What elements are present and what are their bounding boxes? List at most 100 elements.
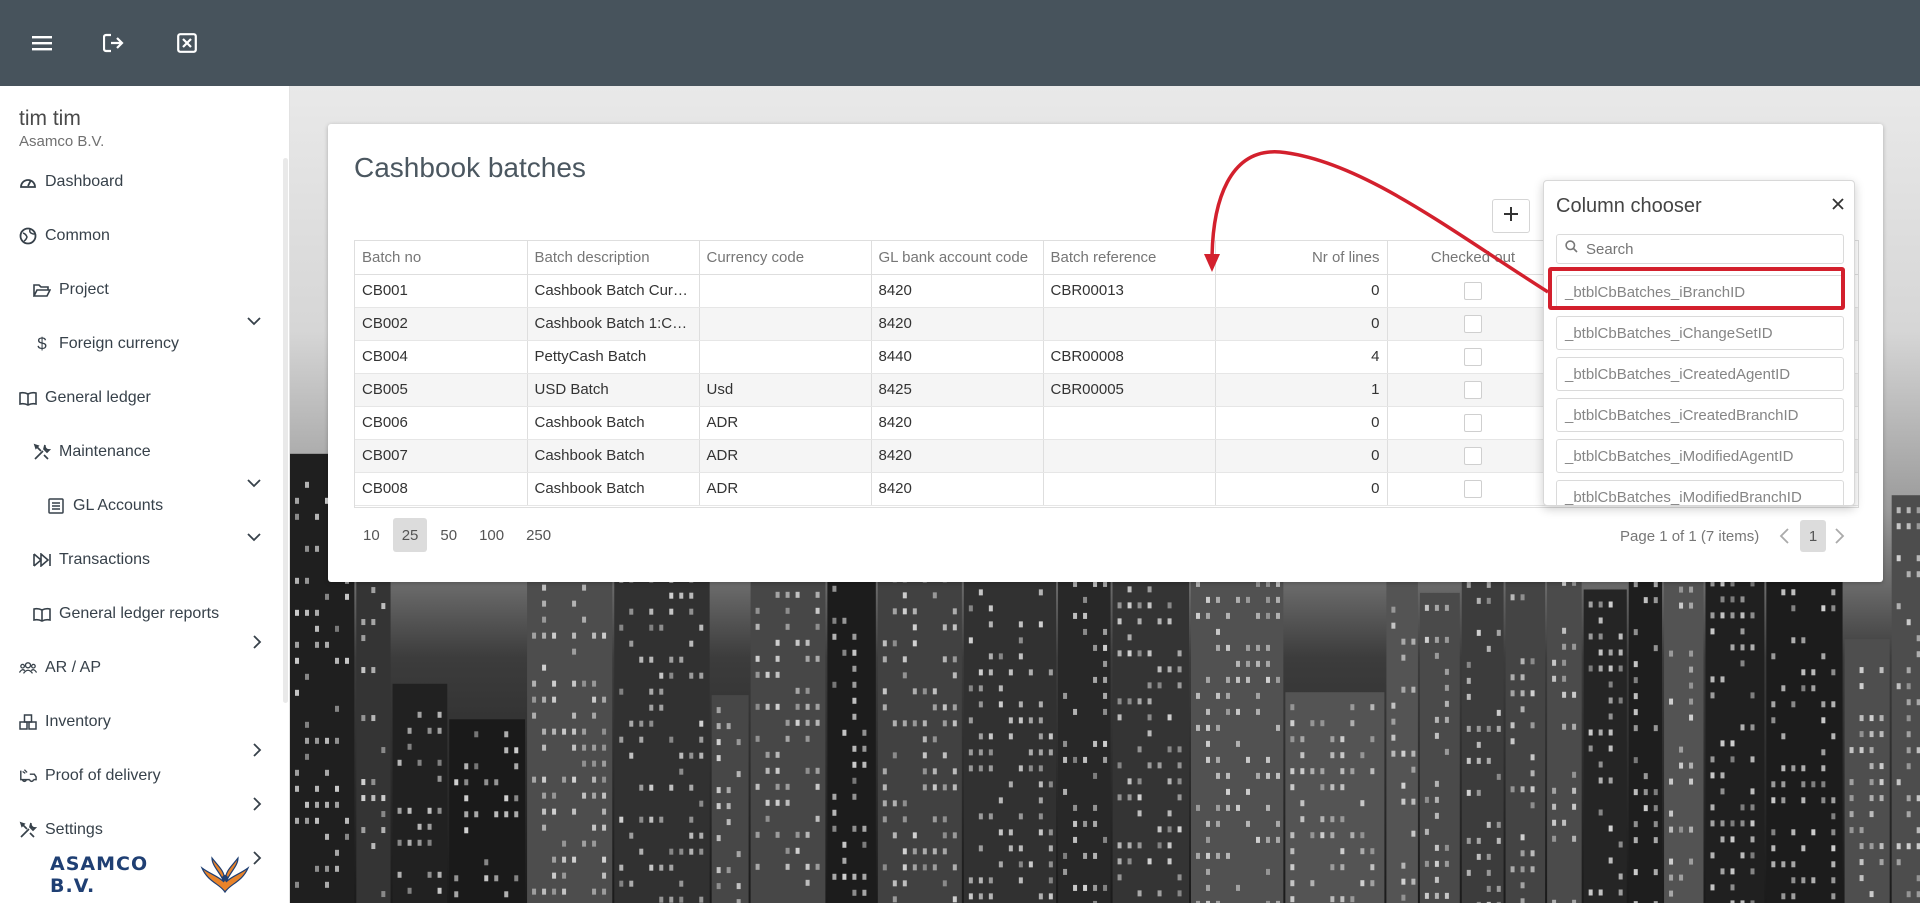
checked-out-checkbox[interactable] bbox=[1464, 380, 1482, 399]
book-icon bbox=[19, 389, 37, 407]
column-chooser-item[interactable]: _btblCbBatches_iModifiedBranchID bbox=[1556, 480, 1844, 505]
cell-reference bbox=[1043, 406, 1216, 440]
page-size-option-selected[interactable]: 25 bbox=[392, 518, 428, 552]
cell-lines: 0 bbox=[1215, 406, 1388, 440]
sidebar-item-label: General ledger reports bbox=[59, 605, 220, 622]
cell-batch-no: CB004 bbox=[355, 340, 528, 374]
cell-lines: 0 bbox=[1215, 274, 1388, 308]
sidebar-item-transactions[interactable]: Transactions bbox=[33, 540, 150, 580]
cell-checked-out bbox=[1387, 307, 1560, 341]
hamburger-icon[interactable] bbox=[25, 26, 59, 60]
cell-gl-code: 8420 bbox=[871, 439, 1044, 473]
sidebar-item-general-ledger[interactable]: General ledger bbox=[19, 378, 151, 418]
sidebar-item-label: GL Accounts bbox=[73, 497, 164, 514]
close-square-icon[interactable] bbox=[170, 26, 204, 60]
cell-checked-out bbox=[1387, 340, 1560, 374]
page-size-option[interactable]: 10 bbox=[354, 518, 389, 552]
search-input[interactable] bbox=[1586, 240, 1826, 258]
page-number-current[interactable]: 1 bbox=[1800, 520, 1826, 552]
cell-batch-no: CB005 bbox=[355, 373, 528, 407]
chevron-right-icon[interactable] bbox=[250, 635, 264, 649]
column-header-batch-reference[interactable]: Batch reference bbox=[1043, 241, 1216, 275]
sidebar-item-dashboard[interactable]: Dashboard bbox=[19, 162, 123, 202]
chevron-down-icon[interactable] bbox=[247, 530, 261, 544]
sidebar-item-label: AR / AP bbox=[45, 659, 102, 676]
top-bar bbox=[0, 0, 1920, 86]
sidebar-item-inventory[interactable]: Inventory bbox=[19, 702, 111, 742]
checked-out-checkbox[interactable] bbox=[1464, 281, 1482, 300]
sidebar-item-ar-ap[interactable]: AR / AP bbox=[19, 648, 101, 688]
column-chooser-item[interactable]: _btblCbBatches_iModifiedAgentID bbox=[1556, 439, 1844, 473]
sidebar-item-label: Maintenance bbox=[59, 443, 151, 460]
column-header-nr-of-lines[interactable]: Nr of lines bbox=[1215, 241, 1388, 275]
user-company: Asamco B.V. bbox=[19, 133, 105, 150]
sidebar-item-gl-accounts[interactable]: GL Accounts bbox=[47, 486, 163, 526]
cell-checked-out bbox=[1387, 439, 1560, 473]
plus-icon bbox=[1504, 206, 1518, 226]
logout-icon[interactable] bbox=[97, 26, 131, 60]
cell-gl-code: 8440 bbox=[871, 340, 1044, 374]
sidebar-item-label: Foreign currency bbox=[59, 335, 180, 352]
prev-page-icon[interactable] bbox=[1774, 520, 1794, 552]
cell-gl-code: 8420 bbox=[871, 307, 1044, 341]
cell-description: Cashbook Batch bbox=[527, 472, 700, 506]
column-header-batch-no[interactable]: Batch no bbox=[355, 241, 528, 275]
cell-gl-code: 8420 bbox=[871, 472, 1044, 506]
close-icon[interactable] bbox=[1828, 194, 1848, 214]
column-chooser-item[interactable]: _btblCbBatches_iCreatedBranchID bbox=[1556, 398, 1844, 432]
column-chooser-item[interactable]: _btblCbBatches_iChangeSetID bbox=[1556, 316, 1844, 350]
cell-batch-no: CB001 bbox=[355, 274, 528, 308]
cell-lines: 0 bbox=[1215, 472, 1388, 506]
sidebar-item-project[interactable]: Project bbox=[33, 270, 109, 310]
sidebar-item-label: Inventory bbox=[45, 713, 111, 730]
checked-out-checkbox[interactable] bbox=[1464, 314, 1482, 333]
checked-out-checkbox[interactable] bbox=[1464, 413, 1482, 432]
page-size-option[interactable]: 250 bbox=[517, 518, 560, 552]
column-header-gl-bank-account-code[interactable]: GL bank account code bbox=[871, 241, 1044, 275]
cell-description: Cashbook Batch bbox=[527, 439, 700, 473]
chevron-right-icon[interactable] bbox=[250, 851, 264, 865]
column-header-checked-out[interactable]: Checked out bbox=[1387, 241, 1560, 275]
checked-out-checkbox[interactable] bbox=[1464, 479, 1482, 498]
page-size-option[interactable]: 100 bbox=[470, 518, 513, 552]
cell-lines: 0 bbox=[1215, 307, 1388, 341]
cell-checked-out bbox=[1387, 406, 1560, 440]
cell-description: Cashbook Batch bbox=[527, 406, 700, 440]
tools-icon bbox=[33, 443, 51, 461]
next-page-icon[interactable] bbox=[1830, 520, 1850, 552]
chevron-right-icon[interactable] bbox=[250, 797, 264, 811]
cell-reference: CBR00013 bbox=[1043, 274, 1216, 308]
cell-batch-no: CB006 bbox=[355, 406, 528, 440]
cell-gl-code: 8420 bbox=[871, 406, 1044, 440]
cell-batch-no: CB008 bbox=[355, 472, 528, 506]
sidebar: tim tim Asamco B.V. Dashboard Common Pro… bbox=[0, 86, 290, 903]
sidebar-item-common[interactable]: Common bbox=[19, 216, 110, 256]
folder-open-icon bbox=[33, 281, 51, 299]
checked-out-checkbox[interactable] bbox=[1464, 446, 1482, 465]
column-header-batch-description[interactable]: Batch description bbox=[527, 241, 700, 275]
sidebar-item-label: Settings bbox=[45, 821, 103, 838]
checked-out-checkbox[interactable] bbox=[1464, 347, 1482, 366]
column-chooser-item[interactable]: _btblCbBatches_iCreatedAgentID bbox=[1556, 357, 1844, 391]
annotation-highlight-box bbox=[1548, 267, 1845, 310]
column-header-currency-code[interactable]: Currency code bbox=[699, 241, 872, 275]
sidebar-scrollbar[interactable] bbox=[283, 158, 288, 703]
sidebar-item-general-ledger-reports[interactable]: General ledger reports bbox=[33, 594, 219, 634]
chevron-down-icon[interactable] bbox=[247, 476, 261, 490]
boxes-icon bbox=[19, 713, 37, 731]
transactions-icon bbox=[33, 551, 51, 569]
sidebar-item-maintenance[interactable]: Maintenance bbox=[33, 432, 151, 472]
page-size-option[interactable]: 50 bbox=[431, 518, 466, 552]
cell-description: USD Batch bbox=[527, 373, 700, 407]
add-button[interactable] bbox=[1492, 199, 1530, 233]
phoenix-logo-icon bbox=[200, 856, 250, 894]
sidebar-item-foreign-currency[interactable]: $ Foreign currency bbox=[33, 324, 179, 364]
sidebar-item-settings[interactable]: Settings bbox=[19, 810, 103, 850]
cell-gl-code: 8425 bbox=[871, 373, 1044, 407]
sidebar-item-label: Common bbox=[45, 227, 110, 244]
sidebar-item-proof-of-delivery[interactable]: Proof of delivery bbox=[19, 756, 161, 796]
chevron-down-icon[interactable] bbox=[247, 314, 261, 328]
cell-reference bbox=[1043, 439, 1216, 473]
chevron-right-icon[interactable] bbox=[250, 743, 264, 757]
cell-currency bbox=[699, 307, 872, 341]
